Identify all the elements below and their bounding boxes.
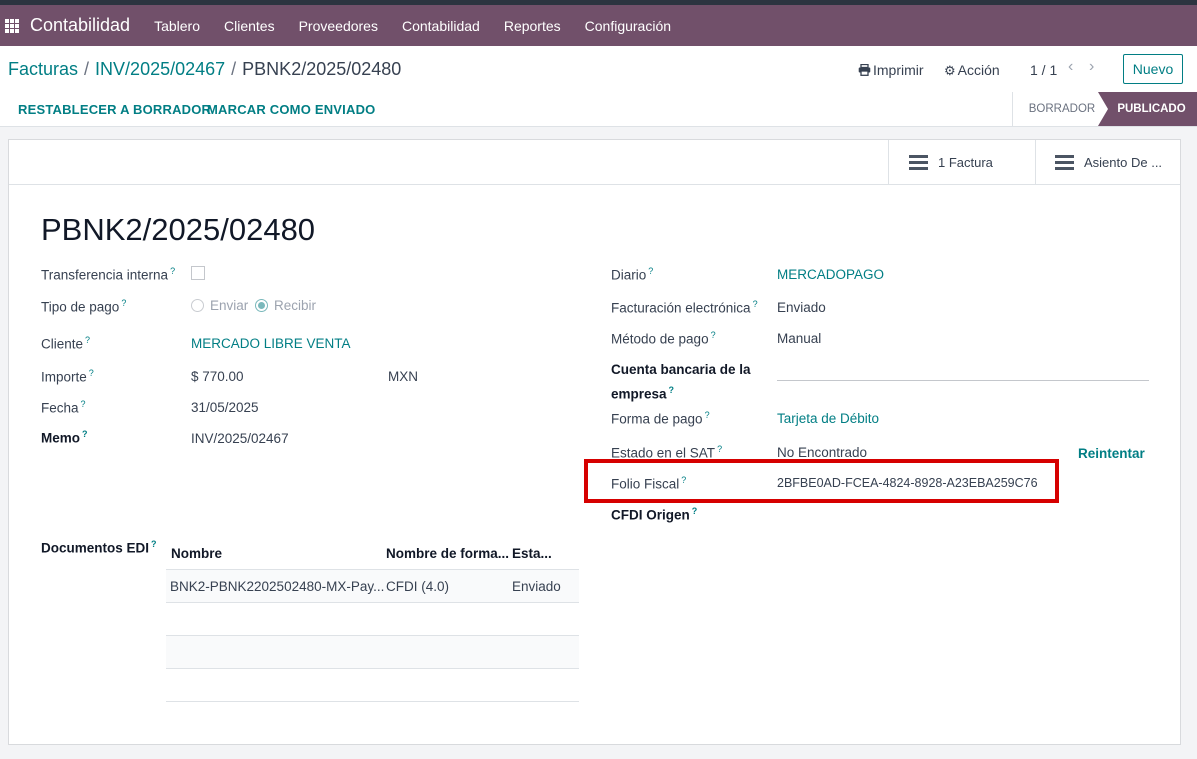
cfdi-origin-label: CFDI Origen?	[611, 506, 698, 523]
internal-transfer-label: Transferencia interna?	[41, 266, 176, 283]
date-value: 31/05/2025	[191, 400, 259, 415]
payment-method-label: Método de pago?	[611, 330, 716, 347]
print-button[interactable]: Imprimir	[858, 62, 924, 78]
edi-documents-table: Nombre Nombre de forma... Esta... BNK2-P…	[166, 537, 579, 702]
journal-label: Diario?	[611, 266, 654, 283]
help-icon[interactable]: ?	[170, 266, 175, 276]
app-brand[interactable]: Contabilidad	[30, 15, 130, 36]
new-button[interactable]: Nuevo	[1123, 54, 1183, 84]
payment-type-send-radio[interactable]	[191, 299, 204, 312]
cell-name: BNK2-PBNK2202502480-MX-Pay...	[170, 579, 385, 594]
memo-label: Memo?	[41, 429, 88, 446]
payment-type-receive-radio[interactable]	[255, 299, 268, 312]
breadcrumb-invoice[interactable]: INV/2025/02467	[95, 59, 225, 79]
breadcrumb-facturas[interactable]: Facturas	[8, 59, 78, 79]
customer-label: Cliente?	[41, 335, 91, 352]
currency-value: MXN	[388, 369, 418, 384]
help-icon[interactable]: ?	[692, 506, 698, 516]
table-row[interactable]: BNK2-PBNK2202502480-MX-Pay... CFDI (4.0)…	[166, 570, 579, 603]
invoice-smart-label: 1 Factura	[938, 154, 993, 170]
breadcrumb-separator: /	[231, 59, 237, 79]
empty-row	[166, 636, 579, 669]
breadcrumb-current: PBNK2/2025/02480	[242, 59, 402, 79]
bank-account-label: Cuenta bancaria de la empresa?	[611, 362, 751, 402]
breadcrumb: Facturas / INV/2025/02467/PBNK2/2025/02480	[8, 59, 401, 80]
record-title: PBNK2/2025/02480	[41, 212, 316, 247]
action-label: Acción	[957, 62, 1000, 78]
empty-row	[166, 669, 579, 702]
journal-entry-smart-label: Asiento De ...	[1084, 154, 1163, 170]
list-icon	[1055, 154, 1074, 170]
mark-as-sent-button[interactable]: MARCAR COMO ENVIADO	[207, 102, 375, 117]
print-label: Imprimir	[873, 62, 924, 78]
list-icon	[909, 154, 928, 170]
customer-value[interactable]: MERCADO LIBRE VENTA	[191, 336, 351, 351]
action-button[interactable]: ⚙ Acción	[944, 62, 1000, 79]
help-icon[interactable]: ?	[753, 299, 758, 309]
smart-button-box: 1 Factura Asiento De ...	[9, 140, 1180, 185]
memo-value: INV/2025/02467	[191, 431, 289, 446]
payment-method-value: Manual	[777, 331, 822, 346]
internal-transfer-checkbox[interactable]	[191, 266, 205, 280]
apps-grid-icon[interactable]	[5, 18, 19, 33]
menu-contabilidad[interactable]: Contabilidad	[390, 18, 492, 34]
help-icon[interactable]: ?	[85, 335, 90, 345]
retry-button[interactable]: Reintentar	[1078, 446, 1145, 461]
status-bar: RESTABLECER A BORRADOR MARCAR COMO ENVIA…	[0, 92, 1197, 127]
payment-type-label: Tipo de pago?	[41, 298, 127, 315]
menu-proveedores[interactable]: Proveedores	[287, 18, 390, 34]
journal-value[interactable]: MERCADOPAGO	[777, 267, 884, 282]
stage-posted[interactable]: PUBLICADO	[1098, 92, 1197, 126]
einvoice-value: Enviado	[777, 300, 826, 315]
help-icon[interactable]: ?	[717, 444, 722, 454]
reset-to-draft-button[interactable]: RESTABLECER A BORRADOR	[18, 102, 211, 117]
pager-value[interactable]: 1 / 1	[1030, 62, 1057, 78]
printer-icon	[858, 63, 871, 76]
menu-reportes[interactable]: Reportes	[492, 18, 573, 34]
date-label: Fecha?	[41, 399, 86, 416]
edi-documents-label: Documentos EDI?	[41, 539, 157, 556]
gear-icon: ⚙	[944, 63, 956, 78]
column-header-format[interactable]: Nombre de forma...	[386, 546, 509, 561]
breadcrumb-separator: /	[84, 59, 90, 79]
bank-account-input[interactable]	[777, 380, 1149, 381]
payment-type-send-label: Enviar	[210, 298, 249, 313]
amount-label: Importe?	[41, 368, 94, 385]
help-icon[interactable]: ?	[711, 330, 716, 340]
payment-way-label: Forma de pago?	[611, 410, 710, 427]
main-navbar: Contabilidad Tablero Clientes Proveedore…	[0, 5, 1197, 46]
chevron-left-icon[interactable]: ‹	[1068, 58, 1073, 76]
chevron-right-icon[interactable]: ›	[1089, 58, 1094, 76]
highlight-box	[584, 459, 1059, 503]
stage-draft[interactable]: BORRADOR	[1012, 92, 1111, 126]
menu-configuracion[interactable]: Configuración	[573, 18, 683, 34]
invoice-smart-button[interactable]: 1 Factura	[888, 140, 1035, 184]
amount-value: $ 770.00	[191, 369, 244, 384]
help-icon[interactable]: ?	[82, 429, 88, 439]
table-header: Nombre Nombre de forma... Esta...	[166, 537, 579, 570]
help-icon[interactable]: ?	[151, 539, 157, 549]
help-icon[interactable]: ?	[705, 410, 710, 420]
cell-state: Enviado	[512, 579, 561, 594]
journal-entry-smart-button[interactable]: Asiento De ...	[1035, 140, 1180, 184]
column-header-state[interactable]: Esta...	[512, 546, 552, 561]
menu-tablero[interactable]: Tablero	[142, 18, 212, 34]
cell-format: CFDI (4.0)	[386, 579, 450, 594]
einvoice-label: Facturación electrónica?	[611, 299, 758, 316]
payment-type-receive-label: Recibir	[274, 298, 317, 313]
help-icon[interactable]: ?	[89, 368, 94, 378]
form-sheet: 1 Factura Asiento De ... PBNK2/2025/0248…	[8, 139, 1181, 745]
help-icon[interactable]: ?	[121, 298, 126, 308]
control-panel: Facturas / INV/2025/02467/PBNK2/2025/02480…	[0, 46, 1197, 93]
help-icon[interactable]: ?	[648, 266, 653, 276]
payment-way-value[interactable]: Tarjeta de Débito	[777, 411, 879, 426]
menu-clientes[interactable]: Clientes	[212, 18, 287, 34]
help-icon[interactable]: ?	[81, 399, 86, 409]
help-icon[interactable]: ?	[669, 385, 675, 395]
sat-status-value: No Encontrado	[777, 445, 868, 460]
column-header-name[interactable]: Nombre	[171, 546, 222, 561]
empty-row	[166, 603, 579, 636]
